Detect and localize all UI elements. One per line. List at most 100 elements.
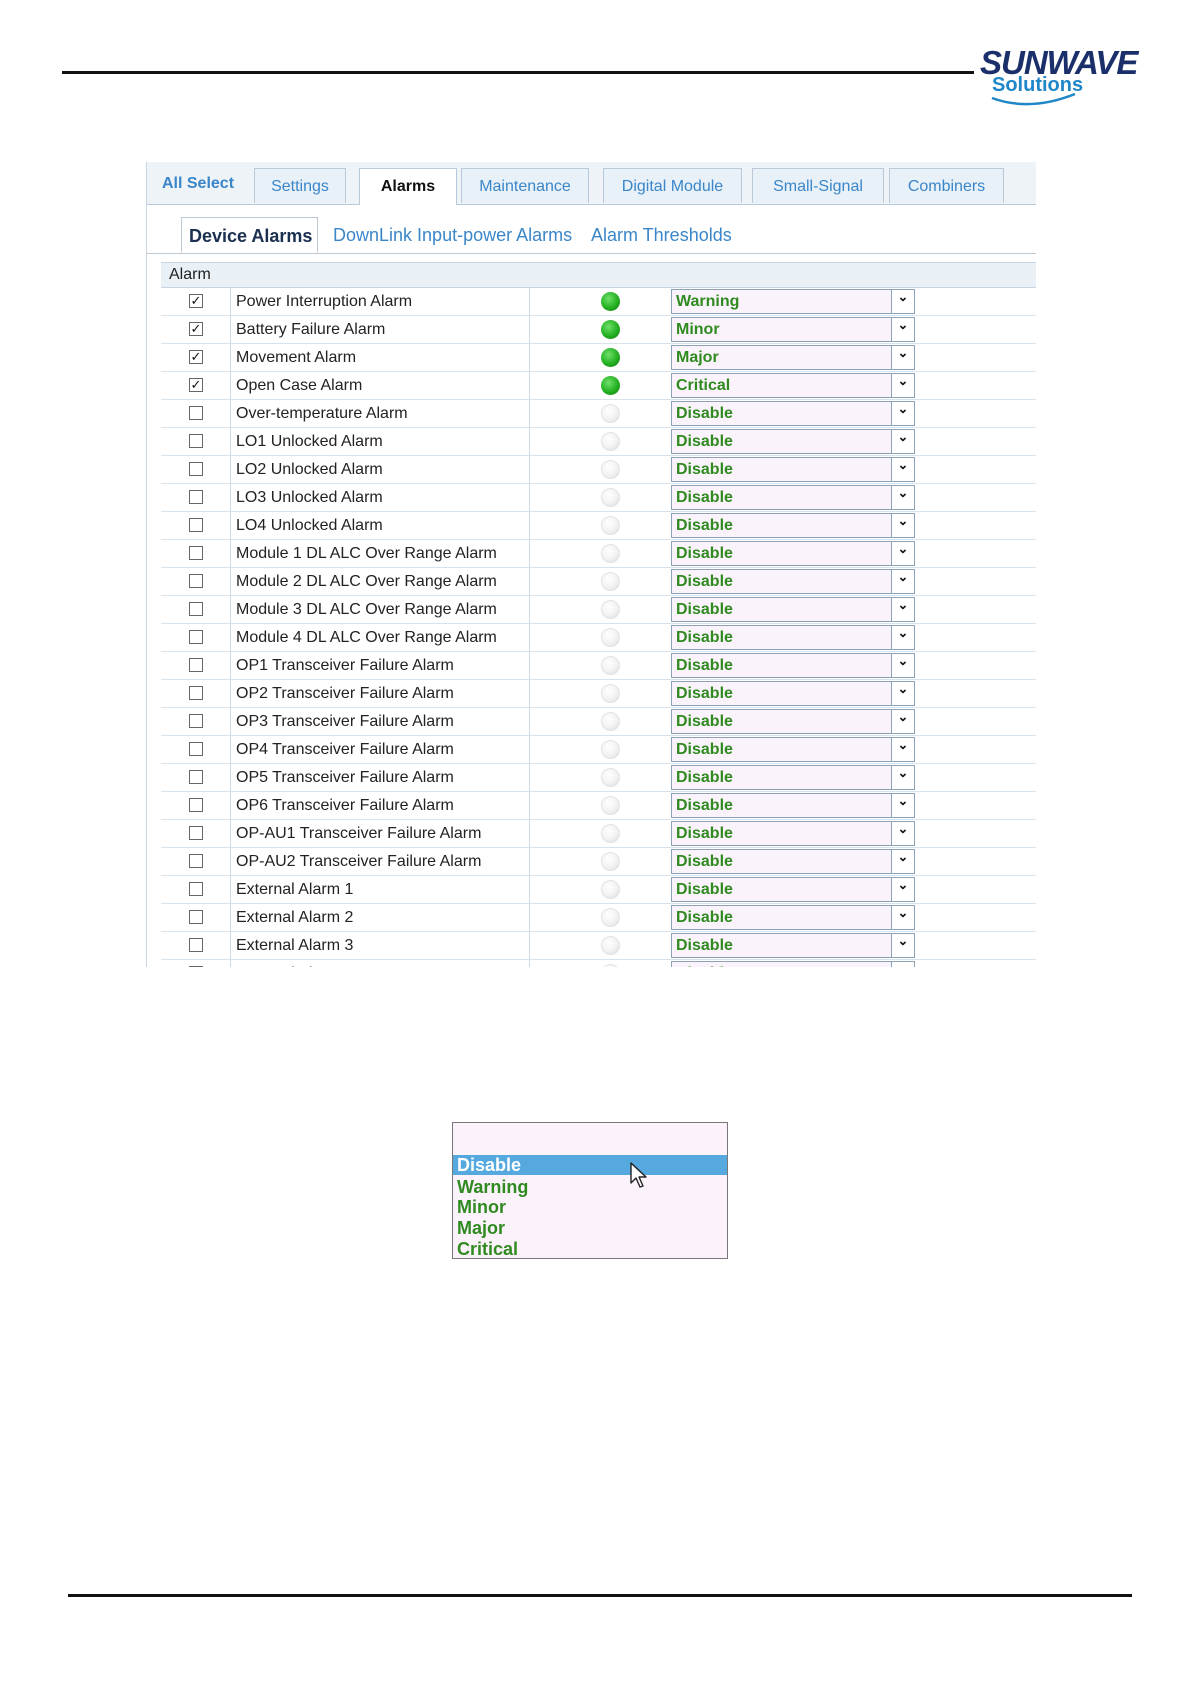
alarm-level-select[interactable]: Disable ⌄ — [671, 681, 915, 706]
alarm-level-select[interactable]: Disable ⌄ — [671, 877, 915, 902]
chevron-down-icon[interactable]: ⌄ — [891, 430, 914, 453]
alarm-level-select[interactable]: Disable ⌄ — [671, 513, 915, 538]
alarm-level-select[interactable]: Disable ⌄ — [671, 933, 915, 958]
dropdown-option-minor[interactable]: Minor — [457, 1197, 506, 1217]
chevron-down-icon[interactable]: ⌄ — [891, 822, 914, 845]
alarm-enable-checkbox[interactable] — [189, 770, 203, 784]
dropdown-option-critical[interactable]: Critical — [457, 1239, 518, 1259]
chevron-down-icon[interactable]: ⌄ — [891, 738, 914, 761]
tab-small-signal[interactable]: Small-Signal — [752, 168, 884, 203]
tab-all-select[interactable]: All Select — [155, 166, 241, 201]
tab-alarms[interactable]: Alarms — [359, 168, 457, 205]
alarm-level-select[interactable]: Disable ⌄ — [671, 849, 915, 874]
alarm-name: Over-temperature Alarm — [236, 405, 408, 422]
alarm-enable-checkbox[interactable] — [189, 938, 203, 952]
alarm-level-select[interactable]: Disable ⌄ — [671, 457, 915, 482]
alarm-enable-checkbox[interactable] — [189, 686, 203, 700]
alarm-enable-checkbox[interactable] — [189, 546, 203, 560]
alarm-level-select[interactable]: Disable ⌄ — [671, 905, 915, 930]
alarm-level-select[interactable]: Disable ⌄ — [671, 793, 915, 818]
alarm-enable-checkbox[interactable] — [189, 826, 203, 840]
chevron-down-icon[interactable]: ⌄ — [891, 962, 914, 967]
chevron-down-icon[interactable]: ⌄ — [891, 346, 914, 369]
alarm-enable-checkbox[interactable] — [189, 434, 203, 448]
alarm-enable-checkbox[interactable]: ✓ — [189, 378, 203, 392]
alarm-enable-checkbox[interactable]: ✓ — [189, 322, 203, 336]
chevron-down-icon[interactable]: ⌄ — [891, 906, 914, 929]
chevron-down-icon[interactable]: ⌄ — [891, 850, 914, 873]
alarm-enable-checkbox[interactable] — [189, 854, 203, 868]
alarm-enable-checkbox[interactable] — [189, 882, 203, 896]
alarm-enable-checkbox[interactable] — [189, 630, 203, 644]
alarm-enable-checkbox[interactable] — [189, 658, 203, 672]
tab-digital-module[interactable]: Digital Module — [603, 168, 742, 203]
tab-combiners[interactable]: Combiners — [889, 168, 1004, 203]
alarm-level-select[interactable]: Disable ⌄ — [671, 541, 915, 566]
alarm-status-led-icon — [601, 376, 620, 395]
alarm-level-select[interactable]: Major ⌄ — [671, 345, 915, 370]
alarm-level-select[interactable]: Minor ⌄ — [671, 317, 915, 342]
alarm-row: External Alarm 3 Disable ⌄ — [161, 932, 1036, 960]
alarm-name: OP6 Transceiver Failure Alarm — [236, 797, 454, 814]
chevron-down-icon[interactable]: ⌄ — [891, 374, 914, 397]
subtab-downlink-input-power-alarms[interactable]: DownLink Input-power Alarms — [333, 217, 572, 253]
chevron-down-icon[interactable]: ⌄ — [891, 710, 914, 733]
alarm-enable-checkbox[interactable]: ✓ — [189, 294, 203, 308]
alarm-row: Module 4 DL ALC Over Range Alarm Disable ⌄ — [161, 624, 1036, 652]
chevron-down-icon[interactable]: ⌄ — [891, 682, 914, 705]
alarm-status-led-icon — [601, 460, 620, 479]
chevron-down-icon[interactable]: ⌄ — [891, 318, 914, 341]
chevron-down-icon[interactable]: ⌄ — [891, 878, 914, 901]
alarm-level-select[interactable]: Disable ⌄ — [671, 569, 915, 594]
alarm-status-led-icon — [601, 880, 620, 899]
alarm-enable-checkbox[interactable] — [189, 406, 203, 420]
alarm-level-select[interactable]: Disable ⌄ — [671, 961, 915, 967]
chevron-down-icon[interactable]: ⌄ — [891, 570, 914, 593]
alarm-level-select[interactable]: Disable ⌄ — [671, 625, 915, 650]
alarm-enable-checkbox[interactable] — [189, 714, 203, 728]
chevron-down-icon[interactable]: ⌄ — [891, 458, 914, 481]
alarm-level-select[interactable]: Disable ⌄ — [671, 653, 915, 678]
chevron-down-icon[interactable]: ⌄ — [891, 290, 914, 313]
alarm-level-select[interactable]: Disable ⌄ — [671, 709, 915, 734]
alarm-enable-checkbox[interactable] — [189, 966, 203, 967]
alarm-level-value: Disable — [676, 545, 733, 562]
alarm-level-select[interactable]: Disable ⌄ — [671, 765, 915, 790]
chevron-down-icon[interactable]: ⌄ — [891, 934, 914, 957]
tab-settings[interactable]: Settings — [254, 168, 346, 203]
chevron-down-icon[interactable]: ⌄ — [891, 766, 914, 789]
chevron-down-icon[interactable]: ⌄ — [891, 486, 914, 509]
alarm-enable-checkbox[interactable] — [189, 462, 203, 476]
alarm-enable-checkbox[interactable] — [189, 490, 203, 504]
chevron-down-icon[interactable]: ⌄ — [891, 598, 914, 621]
alarm-level-select[interactable]: Disable ⌄ — [671, 485, 915, 510]
chevron-down-icon[interactable]: ⌄ — [891, 514, 914, 537]
dropdown-option-disable[interactable]: Disable — [453, 1155, 727, 1175]
alarm-level-select[interactable]: Disable ⌄ — [671, 737, 915, 762]
alarm-level-select[interactable]: Disable ⌄ — [671, 597, 915, 622]
alarm-enable-checkbox[interactable]: ✓ — [189, 350, 203, 364]
chevron-down-icon[interactable]: ⌄ — [891, 794, 914, 817]
chevron-down-icon[interactable]: ⌄ — [891, 402, 914, 425]
alarm-name: Module 2 DL ALC Over Range Alarm — [236, 573, 497, 590]
chevron-down-icon[interactable]: ⌄ — [891, 542, 914, 565]
alarm-enable-checkbox[interactable] — [189, 518, 203, 532]
tab-maintenance[interactable]: Maintenance — [461, 168, 589, 203]
alarm-row: OP1 Transceiver Failure Alarm Disable ⌄ — [161, 652, 1036, 680]
dropdown-option-major[interactable]: Major — [457, 1218, 505, 1238]
alarm-level-select[interactable]: Critical ⌄ — [671, 373, 915, 398]
chevron-down-icon[interactable]: ⌄ — [891, 654, 914, 677]
chevron-down-icon[interactable]: ⌄ — [891, 626, 914, 649]
alarm-enable-checkbox[interactable] — [189, 742, 203, 756]
alarm-enable-checkbox[interactable] — [189, 798, 203, 812]
dropdown-option-warning[interactable]: Warning — [457, 1177, 528, 1197]
alarm-level-select[interactable]: Disable ⌄ — [671, 401, 915, 426]
alarm-enable-checkbox[interactable] — [189, 910, 203, 924]
alarm-level-select[interactable]: Disable ⌄ — [671, 429, 915, 454]
subtab-alarm-thresholds[interactable]: Alarm Thresholds — [591, 217, 732, 253]
alarm-level-select[interactable]: Warning ⌄ — [671, 289, 915, 314]
alarm-level-select[interactable]: Disable ⌄ — [671, 821, 915, 846]
subtab-device-alarms[interactable]: Device Alarms — [181, 217, 318, 253]
alarm-enable-checkbox[interactable] — [189, 602, 203, 616]
alarm-enable-checkbox[interactable] — [189, 574, 203, 588]
